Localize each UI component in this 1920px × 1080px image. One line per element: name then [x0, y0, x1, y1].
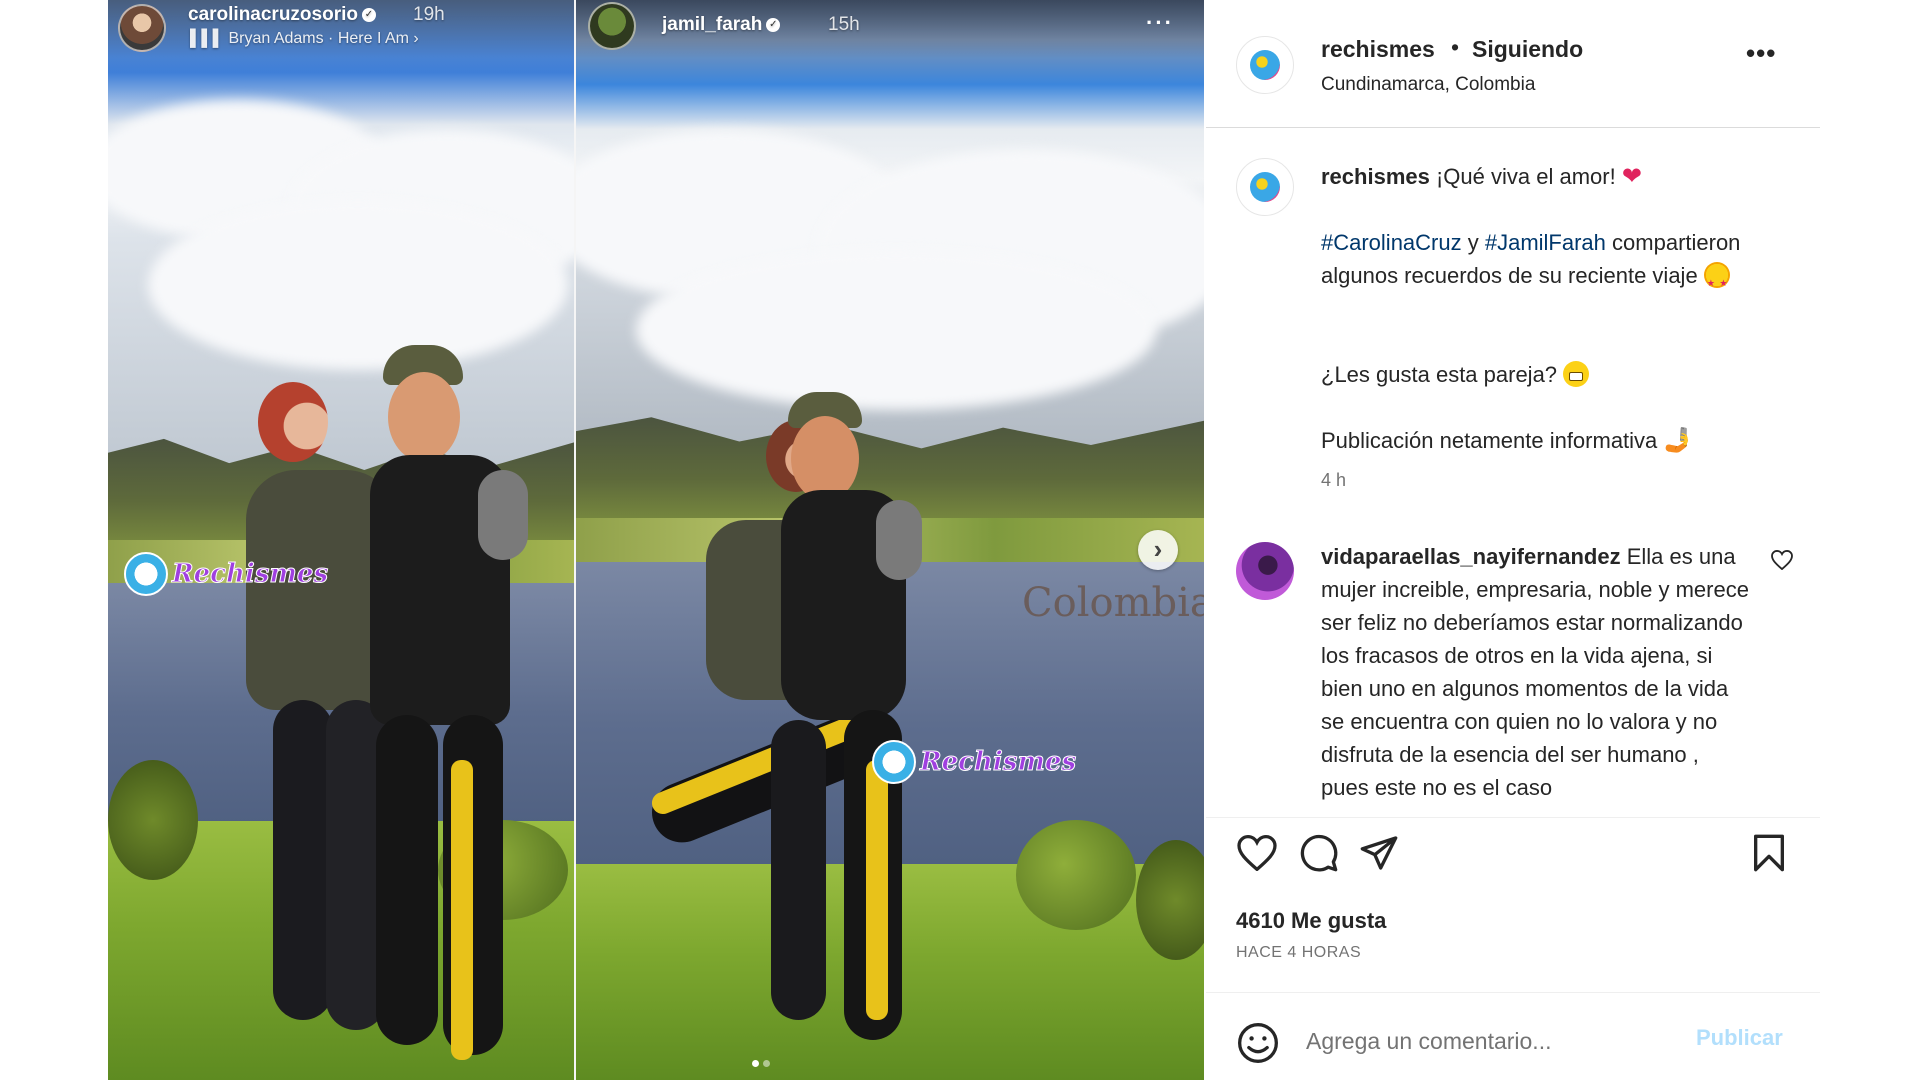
- comments-section[interactable]: rechismes ¡Qué viva el amor! ❤ #Carolina…: [1206, 130, 1820, 818]
- comment-icon[interactable]: [1296, 830, 1342, 876]
- post-header: rechismes • Siguiendo Cundinamarca, Colo…: [1206, 0, 1820, 128]
- more-options-icon[interactable]: •••: [1746, 38, 1776, 69]
- commenter-avatar[interactable]: [1236, 542, 1294, 600]
- story-time-left: 19h: [413, 4, 445, 25]
- comment-item: vidaparaellas_nayifernandez Ella es una …: [1321, 540, 1751, 804]
- rechismes-logo-icon: [1250, 50, 1280, 80]
- caption: rechismes ¡Qué viva el amor! ❤: [1321, 160, 1781, 193]
- verified-icon: ✓: [362, 7, 376, 22]
- story-avatar-left[interactable]: [118, 4, 166, 52]
- caption-paragraph-3: ¿Les gusta esta pareja?: [1321, 358, 1781, 391]
- commenter-username[interactable]: vidaparaellas_nayifernandez: [1321, 544, 1621, 569]
- comment-text: Ella es una mujer increible, empresaria,…: [1321, 544, 1749, 800]
- comment-heart-icon[interactable]: [1771, 549, 1793, 576]
- hand-emoji-icon: 🤳: [1663, 427, 1694, 454]
- caption-paragraph-4: Publicación netamente informativa 🤳: [1321, 424, 1781, 457]
- post-side-panel: rechismes • Siguiendo Cundinamarca, Colo…: [1206, 0, 1820, 1080]
- rechismes-logo-icon: [124, 552, 168, 596]
- hashtag-link[interactable]: #CarolinaCruz: [1321, 230, 1462, 255]
- post-age[interactable]: HACE 4 HORAS: [1236, 944, 1361, 962]
- caption-line-1: ¡Qué viva el amor!: [1435, 164, 1616, 189]
- post-location[interactable]: Cundinamarca, Colombia: [1321, 74, 1535, 96]
- rechismes-logo-icon: [1250, 172, 1280, 202]
- bookmark-icon[interactable]: [1746, 830, 1792, 876]
- story-music-left[interactable]: ▌▌▌ Bryan Adams · Here I Am ›: [190, 30, 419, 48]
- story-time-right: 15h: [828, 14, 860, 35]
- verified-icon: ✓: [766, 17, 781, 32]
- grin-emoji-icon: [1563, 361, 1590, 387]
- watermark-right: Rechismes: [872, 740, 1077, 784]
- story-username-right[interactable]: jamil_farah ✓: [662, 14, 781, 36]
- photo-scene-left: [108, 0, 574, 1080]
- carousel-dot: [763, 1060, 770, 1067]
- post-media: carolinacruzosorio ✓ 19h ▌▌▌ Bryan Adams …: [108, 0, 1204, 1080]
- following-button[interactable]: Siguiendo: [1472, 36, 1583, 63]
- story-avatar-right[interactable]: [588, 2, 636, 50]
- header-separator: •: [1451, 34, 1460, 60]
- send-icon[interactable]: [1356, 830, 1402, 876]
- carousel-indicator: [752, 1060, 770, 1067]
- story-right: jamil_farah ✓ 15h ··· Colombia › Rechisme…: [576, 0, 1204, 1080]
- carousel-dot-active: [752, 1060, 759, 1067]
- star-struck-emoji-icon: [1703, 262, 1730, 300]
- publish-button[interactable]: Publicar: [1696, 1025, 1783, 1051]
- action-bar: [1206, 830, 1820, 890]
- caption-time[interactable]: 4 h: [1321, 470, 1346, 491]
- story-username-left[interactable]: carolinacruzosorio ✓: [188, 4, 376, 26]
- caption-avatar[interactable]: [1236, 158, 1294, 216]
- story-left: carolinacruzosorio ✓ 19h ▌▌▌ Bryan Adams …: [108, 0, 574, 1080]
- smiley-icon[interactable]: [1236, 1021, 1280, 1065]
- heart-icon[interactable]: [1234, 830, 1280, 876]
- music-bars-icon: ▌▌▌: [190, 30, 229, 47]
- story-overlay-text: Colombia: [1022, 580, 1204, 626]
- watermark-left: Rechismes: [124, 552, 329, 596]
- photo-scene-right: [576, 0, 1204, 1080]
- heart-emoji-icon: ❤: [1621, 163, 1642, 190]
- hashtag-link[interactable]: #JamilFarah: [1485, 230, 1606, 255]
- author-username[interactable]: rechismes: [1321, 36, 1435, 63]
- caption-paragraph-2: #CarolinaCruz y #JamilFarah compartieron…: [1321, 226, 1781, 300]
- caption-line-4: Publicación netamente informativa: [1321, 428, 1658, 453]
- rechismes-logo-icon: [872, 740, 916, 784]
- caption-line-3: ¿Les gusta esta pareja?: [1321, 362, 1558, 387]
- author-avatar[interactable]: [1236, 36, 1294, 94]
- likes-count[interactable]: 4610 Me gusta: [1236, 908, 1386, 934]
- comment-input[interactable]: [1306, 1019, 1686, 1063]
- chevron-right-icon[interactable]: ›: [1138, 530, 1178, 570]
- add-comment-bar: Publicar: [1206, 992, 1820, 1080]
- story-more-icon[interactable]: ···: [1146, 10, 1174, 36]
- caption-username[interactable]: rechismes: [1321, 164, 1430, 189]
